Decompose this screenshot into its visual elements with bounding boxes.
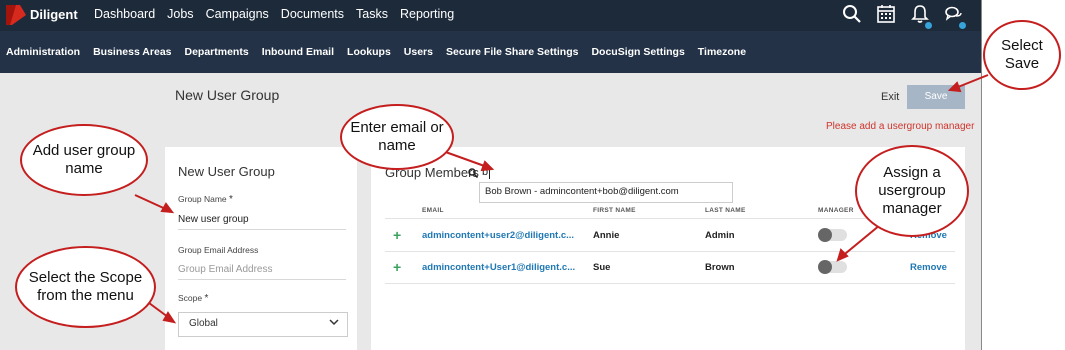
chat-dot (959, 22, 966, 29)
calendar-icon[interactable] (876, 4, 896, 24)
subnav-timezone[interactable]: Timezone (698, 46, 746, 58)
exit-button[interactable]: Exit (881, 91, 899, 103)
col-first-name: FIRST NAME (593, 207, 636, 214)
remove-button[interactable]: Remove (910, 262, 947, 273)
group-details-card: New User Group Group Name * New user gro… (165, 147, 357, 350)
subnav-departments[interactable]: Departments (185, 46, 249, 58)
nav-documents[interactable]: Documents (281, 7, 344, 21)
brand-name: Diligent (30, 7, 78, 22)
subnav-inbound-email[interactable]: Inbound Email (262, 46, 334, 58)
manager-toggle[interactable] (818, 228, 847, 242)
top-bar: Diligent Dashboard Jobs Campaigns Docume… (0, 0, 982, 31)
member-first-name: Sue (593, 262, 611, 273)
admin-sub-bar: Administration Business Areas Department… (0, 31, 982, 73)
member-first-name: Annie (593, 230, 620, 241)
plus-icon[interactable]: + (393, 259, 401, 275)
toggle-knob (818, 228, 832, 242)
callout-scope: Select the Scope from the menu (15, 246, 156, 328)
scope-select[interactable]: Global (178, 312, 348, 337)
logo[interactable]: Diligent (6, 4, 96, 26)
group-email-underline (178, 279, 346, 280)
save-button[interactable]: Save (907, 85, 965, 109)
notification-dot (925, 22, 932, 29)
nav-jobs[interactable]: Jobs (167, 7, 193, 21)
window-edge (981, 0, 982, 350)
col-last-name: LAST NAME (705, 207, 746, 214)
nav-tasks[interactable]: Tasks (356, 7, 388, 21)
group-name-input[interactable]: New user group (178, 214, 249, 225)
search-suggestions: Bob Brown - admincontent+bob@diligent.co… (479, 182, 733, 203)
page-title: New User Group (175, 87, 280, 103)
chevron-down-icon (329, 319, 339, 326)
col-manager: MANAGER (818, 207, 854, 214)
scope-selected-value: Global (189, 318, 218, 329)
scope-label-text: Scope (178, 293, 203, 303)
bell-icon[interactable] (910, 4, 932, 29)
card-title: New User Group (178, 164, 275, 179)
nav-campaigns[interactable]: Campaigns (206, 7, 269, 21)
col-email: EMAIL (422, 207, 444, 214)
top-nav: Dashboard Jobs Campaigns Documents Tasks… (94, 7, 454, 21)
scope-label: Scope * (178, 293, 208, 304)
member-search-input[interactable]: b (482, 166, 488, 178)
subnav-business-areas[interactable]: Business Areas (93, 46, 171, 58)
manager-toggle[interactable] (818, 260, 847, 274)
member-last-name: Admin (705, 230, 735, 241)
table-row: + admincontent+user2@diligent.c... Annie… (385, 220, 955, 250)
nav-reporting[interactable]: Reporting (400, 7, 454, 21)
callout-save: Select Save (983, 20, 1061, 90)
required-mark: * (229, 194, 233, 205)
subnav-administration[interactable]: Administration (6, 46, 80, 58)
callout-add-name: Add user group name (20, 124, 148, 196)
subnav-secure-file-share[interactable]: Secure File Share Settings (446, 46, 578, 58)
group-name-label-text: Group Name (178, 194, 227, 204)
nav-dashboard[interactable]: Dashboard (94, 7, 155, 21)
member-email[interactable]: admincontent+User1@diligent.c... (422, 262, 575, 273)
sub-nav: Administration Business Areas Department… (6, 46, 746, 58)
required-mark: * (204, 293, 209, 304)
member-last-name: Brown (705, 262, 735, 273)
group-email-input[interactable]: Group Email Address (178, 264, 273, 275)
manager-warning: Please add a usergroup manager (826, 121, 975, 132)
row-divider (385, 283, 955, 284)
callout-manager: Assign a usergroup manager (855, 145, 969, 237)
subnav-users[interactable]: Users (404, 46, 433, 58)
group-name-underline (178, 229, 346, 230)
text-caret (489, 167, 490, 179)
top-icons (842, 4, 966, 29)
member-email[interactable]: admincontent+user2@diligent.c... (422, 230, 574, 241)
table-row: + admincontent+User1@diligent.c... Sue B… (385, 252, 955, 282)
callout-email: Enter email or name (340, 104, 454, 170)
logo-mark-icon (6, 5, 26, 25)
search-icon[interactable] (842, 4, 862, 24)
search-icon (468, 168, 478, 178)
group-email-label: Group Email Address (178, 245, 259, 255)
group-name-label: Group Name * (178, 194, 233, 205)
subnav-lookups[interactable]: Lookups (347, 46, 391, 58)
chat-icon[interactable] (944, 4, 966, 29)
plus-icon[interactable]: + (393, 227, 401, 243)
toggle-knob (818, 260, 832, 274)
subnav-docusign[interactable]: DocuSign Settings (591, 46, 684, 58)
suggestion-item[interactable]: Bob Brown - admincontent+bob@diligent.co… (485, 186, 679, 197)
